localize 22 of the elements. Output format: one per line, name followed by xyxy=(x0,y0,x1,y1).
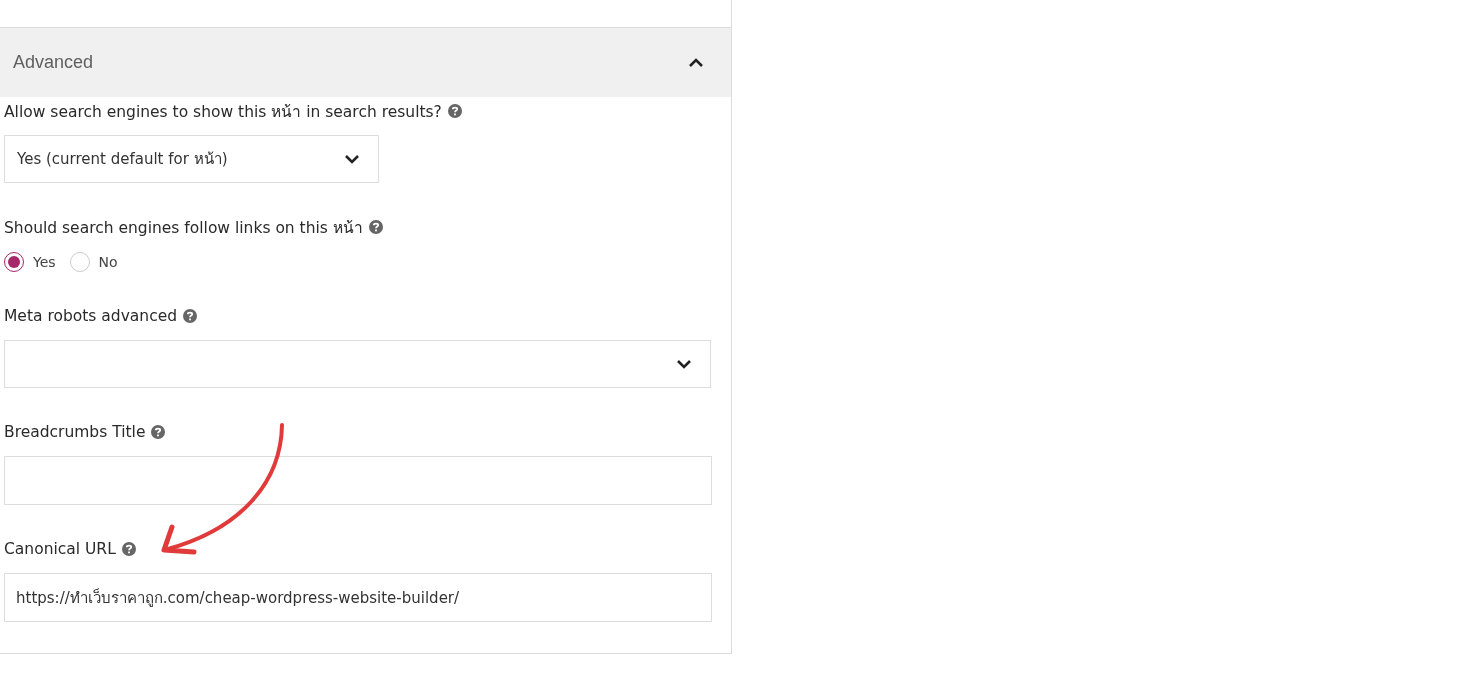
field-label: Meta robots advanced xyxy=(4,307,178,325)
radio-button[interactable] xyxy=(4,252,24,272)
select-field[interactable]: Yes (current default for หน้า) xyxy=(4,135,379,183)
field-label: Breadcrumbs Title xyxy=(4,423,146,441)
section-title: Advanced xyxy=(13,52,94,73)
section-header[interactable]: Advanced xyxy=(0,27,731,97)
help-icon[interactable] xyxy=(368,220,383,234)
field-label: Allow search engines to show this หน้า in search results? xyxy=(4,101,442,123)
field-label: Canonical URL xyxy=(4,540,116,558)
chevron-down-icon xyxy=(676,359,692,369)
radio-label: No xyxy=(98,254,118,270)
help-icon[interactable] xyxy=(151,425,166,439)
help-icon[interactable] xyxy=(121,542,136,556)
radio-label: Yes xyxy=(33,254,56,270)
chevron-up-icon xyxy=(688,57,704,68)
help-icon[interactable] xyxy=(183,309,198,323)
chevron-down-icon xyxy=(344,154,360,164)
help-icon[interactable] xyxy=(447,104,462,118)
field-label: Should search engines follow links on this หน้า xyxy=(4,217,363,239)
input-field[interactable]: https://ทำเว็บราคาถูก.com/cheap-wordpress-website-builder/ xyxy=(4,573,712,622)
input-field[interactable] xyxy=(4,456,712,505)
select-field[interactable] xyxy=(4,340,711,388)
